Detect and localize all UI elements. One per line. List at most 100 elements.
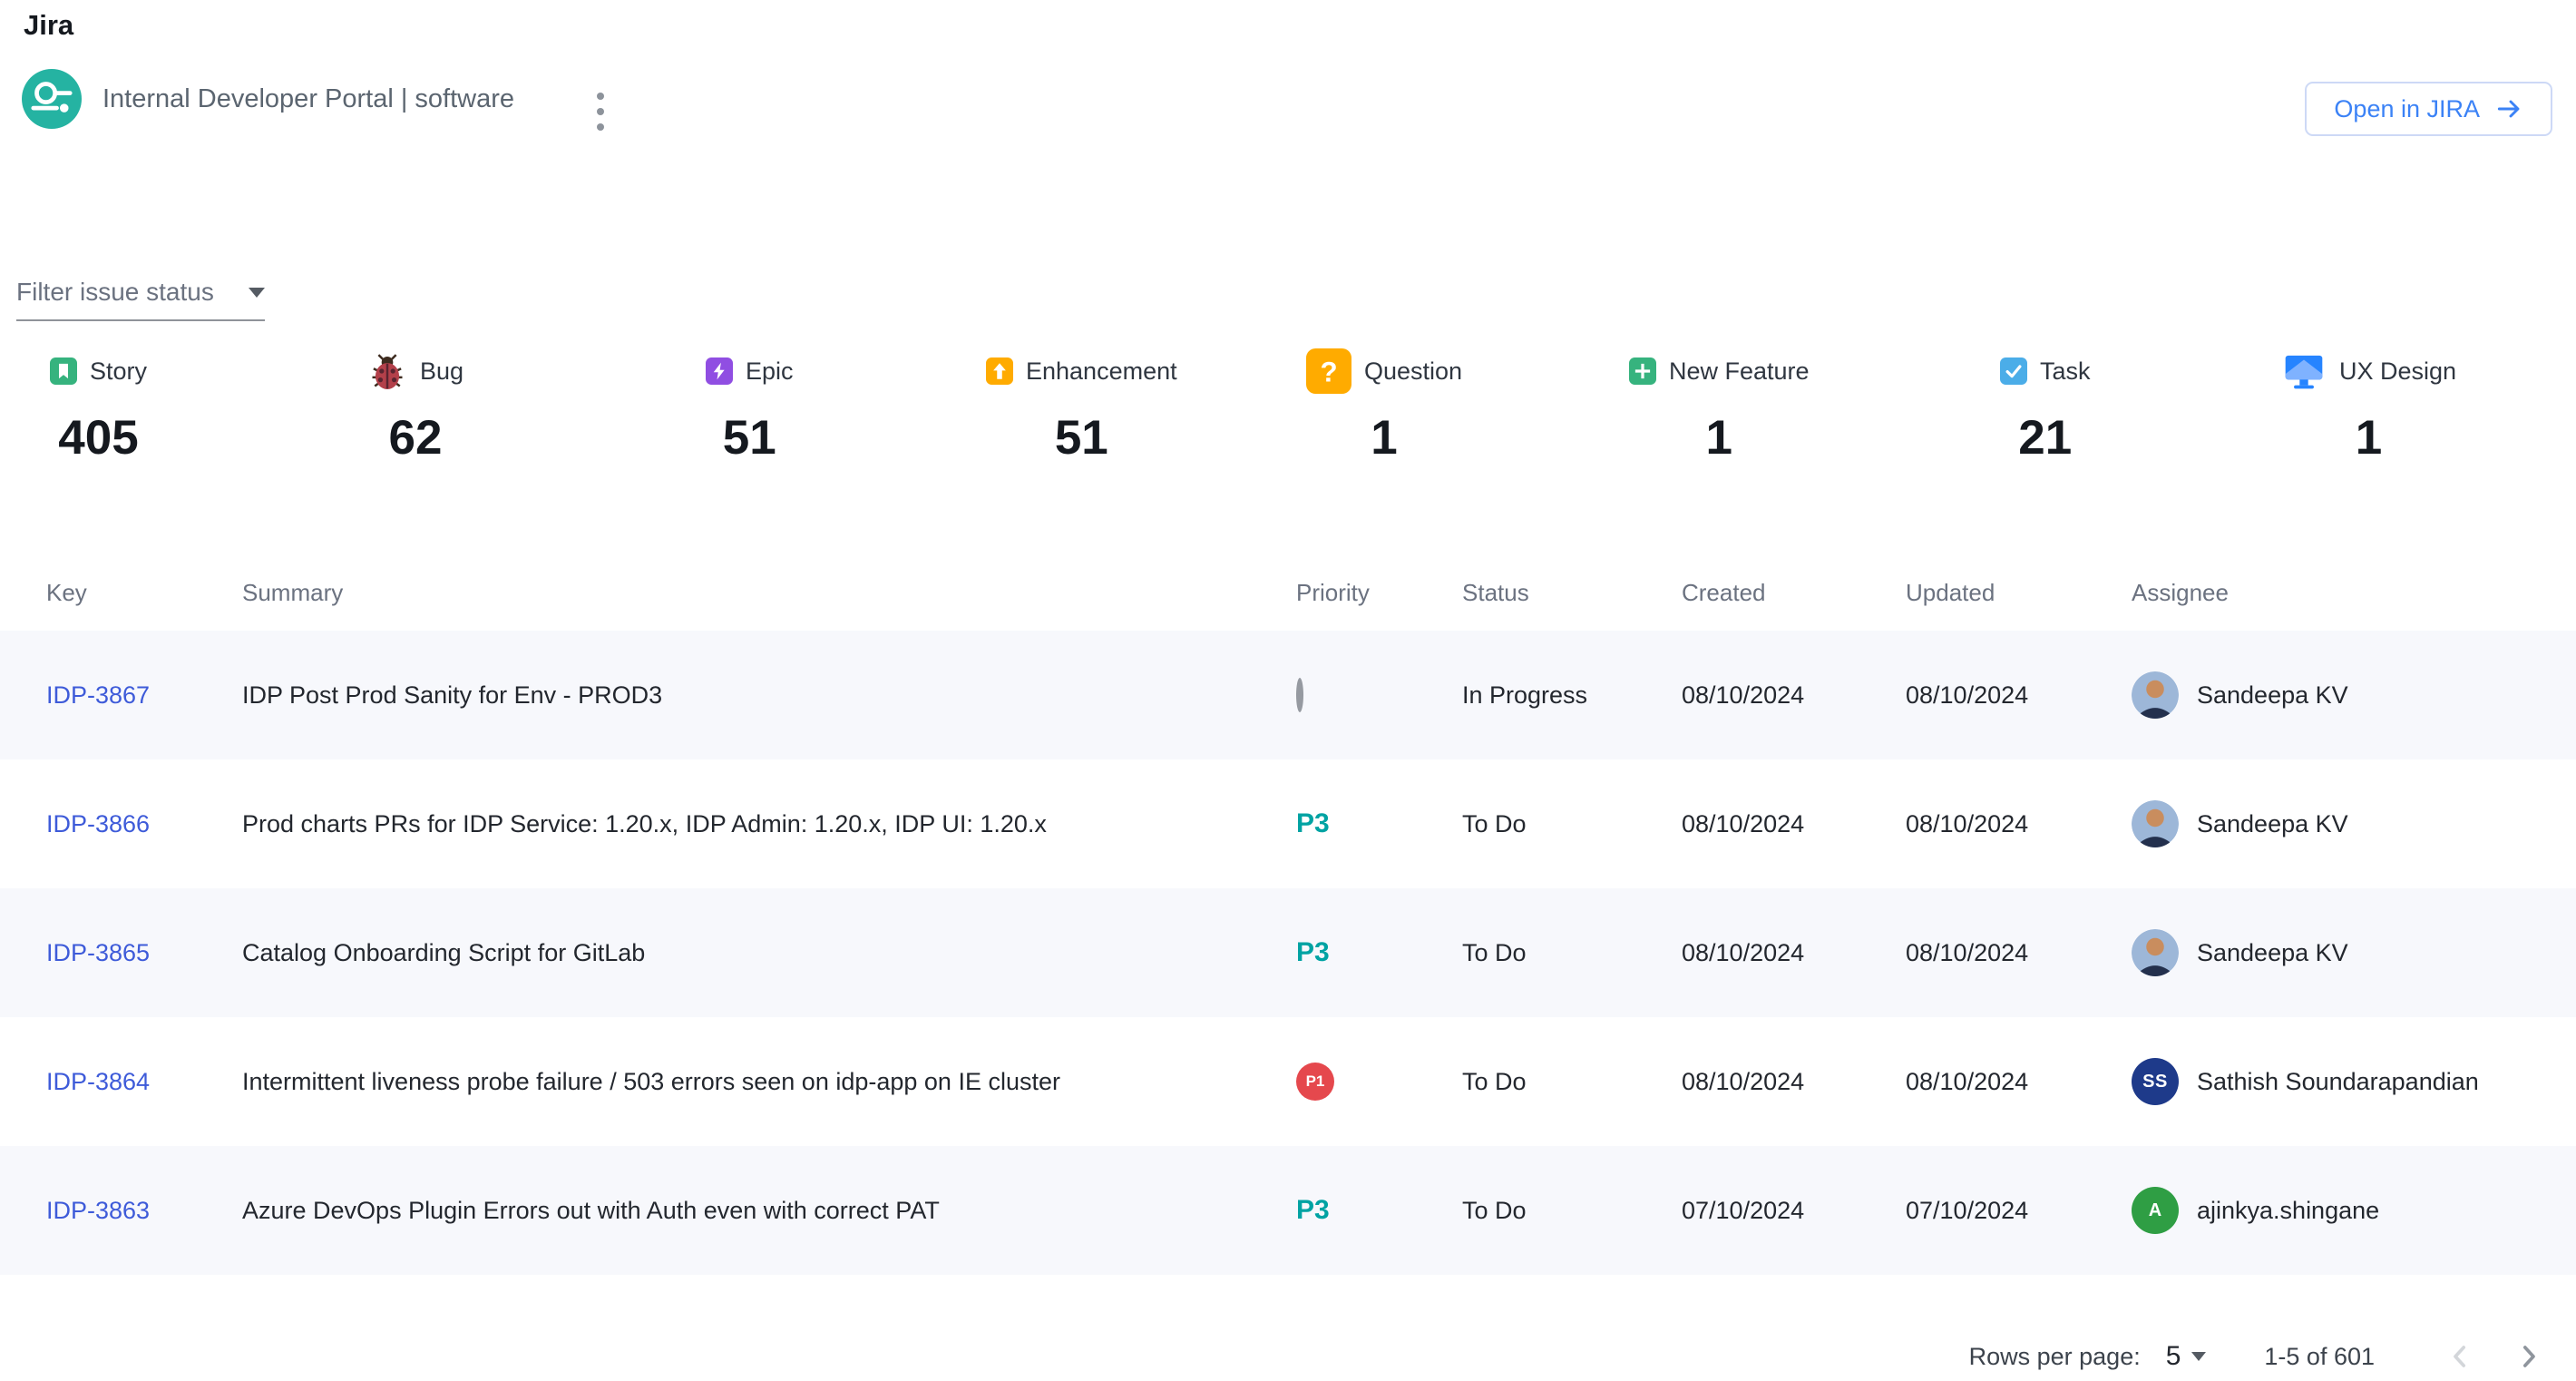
- counter-count: 62: [389, 410, 443, 465]
- issue-summary: Prod charts PRs for IDP Service: 1.20.x,…: [242, 810, 1296, 838]
- assignee-avatar: [2132, 671, 2179, 719]
- issue-key-link[interactable]: IDP-3864: [46, 1068, 150, 1095]
- counter-label: Epic: [746, 357, 794, 386]
- counter-epic: Epic 51: [706, 347, 794, 465]
- updated-cell: 08/10/2024: [1906, 939, 2132, 967]
- issue-summary: Catalog Onboarding Script for GitLab: [242, 939, 1296, 967]
- issues-table: Key Summary Priority Status Created Upda…: [0, 555, 2576, 1275]
- table-row: IDP-3863 Azure DevOps Plugin Errors out …: [0, 1146, 2576, 1275]
- chevron-left-icon: [2442, 1338, 2478, 1375]
- column-header-summary: Summary: [242, 579, 1296, 607]
- counter-task: Task 21: [2000, 347, 2091, 465]
- updated-cell: 08/10/2024: [1906, 1068, 2132, 1096]
- created-cell: 08/10/2024: [1682, 681, 1906, 710]
- issue-key-link[interactable]: IDP-3863: [46, 1197, 150, 1224]
- issue-key-link[interactable]: IDP-3865: [46, 939, 150, 966]
- enhancement-arrow-icon: [986, 357, 1013, 385]
- jira-plugin-page: Jira Internal Developer Portal | softwar…: [0, 0, 2576, 1381]
- column-header-updated: Updated: [1906, 579, 2132, 607]
- priority-none-icon: [1296, 678, 1303, 712]
- issue-summary: Intermittent liveness probe failure / 50…: [242, 1068, 1296, 1096]
- assignee-name: Sandeepa KV: [2197, 939, 2348, 967]
- issue-key-link[interactable]: IDP-3867: [46, 681, 150, 709]
- project-logo-icon: [22, 69, 82, 129]
- counter-count: 405: [58, 410, 138, 465]
- table-header-row: Key Summary Priority Status Created Upda…: [0, 555, 2576, 631]
- dropdown-caret-icon: [2191, 1352, 2206, 1361]
- assignee-avatar: A: [2132, 1187, 2179, 1234]
- open-in-jira-button[interactable]: Open in JIRA: [2305, 82, 2552, 136]
- story-bookmark-icon: [50, 357, 77, 385]
- more-options-icon[interactable]: [581, 83, 620, 140]
- priority-cell: P3: [1296, 1195, 1462, 1226]
- status-cell: To Do: [1462, 810, 1682, 838]
- table-row: IDP-3866 Prod charts PRs for IDP Service…: [0, 759, 2576, 888]
- project-name: Internal Developer Portal | software: [102, 69, 514, 129]
- updated-cell: 08/10/2024: [1906, 681, 2132, 710]
- issue-type-counters: Story 405: [0, 347, 2576, 501]
- priority-cell: P1: [1296, 1063, 1462, 1101]
- rows-per-page-select[interactable]: 5: [2166, 1341, 2207, 1372]
- assignee-cell: Sandeepa KV: [2132, 671, 2576, 719]
- counter-label: Enhancement: [1026, 357, 1177, 386]
- question-mark-icon: ?: [1306, 348, 1351, 394]
- priority-badge: P3: [1296, 937, 1330, 967]
- epic-lightning-icon: [706, 357, 733, 385]
- counter-enhancement: Enhancement 51: [986, 347, 1177, 465]
- filter-issue-status-select[interactable]: Filter issue status: [16, 278, 265, 321]
- assignee-avatar: [2132, 929, 2179, 976]
- column-header-key: Key: [46, 579, 242, 607]
- counter-count: 51: [1055, 410, 1108, 465]
- rows-per-page-value: 5: [2166, 1341, 2181, 1372]
- counter-question: ? Question 1: [1306, 347, 1462, 465]
- created-cell: 08/10/2024: [1682, 810, 1906, 838]
- counter-label: Task: [2040, 357, 2091, 386]
- rows-per-page-label: Rows per page:: [1969, 1343, 2141, 1371]
- task-check-icon: [2000, 357, 2027, 385]
- counter-count: 21: [2018, 410, 2072, 465]
- counter-count: 51: [723, 410, 776, 465]
- pagination: Rows per page: 5 1-5 of 601: [1969, 1320, 2551, 1381]
- bug-icon: [367, 351, 407, 391]
- assignee-cell: Sandeepa KV: [2132, 800, 2576, 847]
- updated-cell: 07/10/2024: [1906, 1197, 2132, 1225]
- counter-label: New Feature: [1669, 357, 1810, 386]
- ux-design-monitor-icon: [2281, 348, 2327, 394]
- page-title: Jira: [24, 9, 73, 42]
- table-row: IDP-3867 IDP Post Prod Sanity for Env - …: [0, 631, 2576, 759]
- svg-text:?: ?: [1320, 356, 1337, 387]
- created-cell: 07/10/2024: [1682, 1197, 1906, 1225]
- priority-badge: P3: [1296, 808, 1330, 838]
- column-header-priority: Priority: [1296, 579, 1462, 607]
- counter-bug: Bug 62: [367, 347, 463, 465]
- new-feature-plus-icon: [1629, 357, 1656, 385]
- counter-label: Story: [90, 357, 147, 386]
- issue-summary: Azure DevOps Plugin Errors out with Auth…: [242, 1197, 1296, 1225]
- assignee-cell: SS Sathish Soundarapandian: [2132, 1058, 2576, 1105]
- column-header-assignee: Assignee: [2132, 579, 2576, 607]
- dropdown-caret-icon: [249, 288, 265, 298]
- status-cell: To Do: [1462, 1197, 1682, 1225]
- table-row: IDP-3864 Intermittent liveness probe fai…: [0, 1017, 2576, 1146]
- chevron-right-icon: [2511, 1338, 2547, 1375]
- priority-cell: P3: [1296, 937, 1462, 968]
- counter-count: 1: [2356, 410, 2382, 465]
- updated-cell: 08/10/2024: [1906, 810, 2132, 838]
- table-row: IDP-3865 Catalog Onboarding Script for G…: [0, 888, 2576, 1017]
- created-cell: 08/10/2024: [1682, 939, 1906, 967]
- counter-label: Question: [1364, 357, 1462, 386]
- assignee-avatar: [2132, 800, 2179, 847]
- priority-badge: P3: [1296, 1195, 1330, 1225]
- pagination-range: 1-5 of 601: [2264, 1343, 2375, 1371]
- counter-label: UX Design: [2339, 357, 2456, 386]
- open-in-jira-label: Open in JIRA: [2334, 95, 2480, 123]
- issue-key-link[interactable]: IDP-3866: [46, 810, 150, 837]
- priority-cell: P3: [1296, 808, 1462, 839]
- previous-page-button[interactable]: [2438, 1335, 2482, 1378]
- assignee-name: Sandeepa KV: [2197, 681, 2348, 710]
- assignee-cell: Sandeepa KV: [2132, 929, 2576, 976]
- next-page-button[interactable]: [2507, 1335, 2551, 1378]
- column-header-created: Created: [1682, 579, 1906, 607]
- assignee-name: ajinkya.shingane: [2197, 1197, 2379, 1225]
- created-cell: 08/10/2024: [1682, 1068, 1906, 1096]
